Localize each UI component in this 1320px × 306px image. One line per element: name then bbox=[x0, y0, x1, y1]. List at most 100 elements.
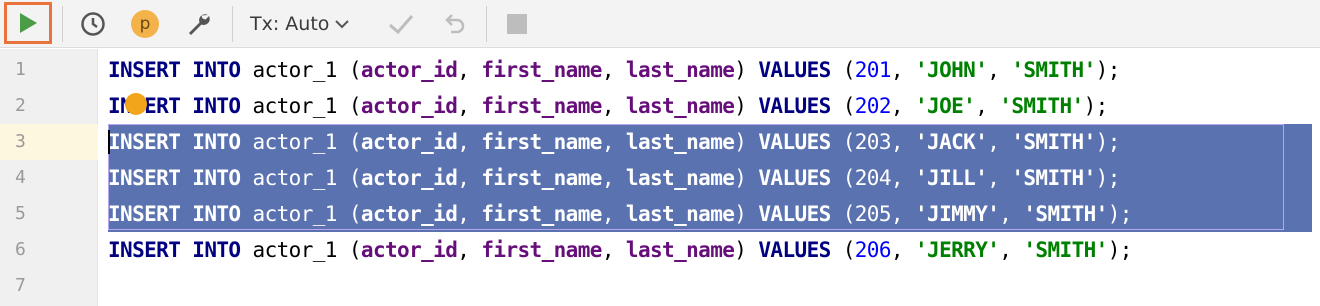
line-number: 3 bbox=[15, 131, 26, 152]
sql-token: 'JACK' bbox=[914, 130, 988, 154]
selection-highlight bbox=[1282, 196, 1300, 232]
sql-token: VALUES bbox=[758, 238, 831, 262]
sql-token: INSERT INTO bbox=[108, 130, 241, 154]
profile-label: p bbox=[139, 14, 151, 34]
sql-token: first_name bbox=[481, 166, 602, 190]
sql-token: first_name bbox=[481, 94, 602, 118]
sql-token: 'SMITH' bbox=[1011, 58, 1096, 82]
sql-token: first_name bbox=[481, 130, 602, 154]
sql-token: ( bbox=[830, 94, 856, 118]
sql-token: last_name bbox=[625, 238, 735, 262]
sql-token: , bbox=[975, 94, 1000, 118]
sql-token: actor_id bbox=[360, 202, 458, 226]
profile-button[interactable]: p bbox=[131, 10, 159, 38]
rollback-button[interactable] bbox=[438, 10, 468, 38]
sql-token: actor_id bbox=[360, 58, 458, 82]
sql-token: last_name bbox=[625, 94, 735, 118]
sql-token: ); bbox=[1107, 202, 1133, 226]
sql-token: first_name bbox=[481, 58, 602, 82]
commit-button[interactable] bbox=[386, 10, 416, 38]
sql-token: , bbox=[890, 58, 915, 82]
sql-token: ) bbox=[734, 202, 759, 226]
toolbar: p Tx: Auto bbox=[0, 0, 1320, 48]
sql-token: , bbox=[890, 94, 915, 118]
code-line[interactable]: INSERT INTO actor_1 (actor_id, first_nam… bbox=[108, 232, 1132, 268]
sql-token: actor_1 ( bbox=[240, 58, 362, 82]
line-number: 4 bbox=[15, 167, 26, 188]
sql-token: VALUES bbox=[758, 202, 831, 226]
sql-token: ( bbox=[830, 130, 856, 154]
sql-token: 201 bbox=[854, 58, 892, 82]
sql-token: ); bbox=[1095, 166, 1121, 190]
history-button[interactable] bbox=[78, 9, 108, 39]
sql-token: , bbox=[601, 202, 626, 226]
sql-token: , bbox=[601, 94, 626, 118]
sql-token: first_name bbox=[481, 202, 602, 226]
wrench-icon bbox=[189, 14, 210, 35]
sql-token: 202 bbox=[854, 94, 892, 118]
stop-square-icon bbox=[507, 14, 527, 34]
code-line[interactable]: INSERT INTO actor_1 (actor_id, first_nam… bbox=[108, 124, 1120, 160]
code-line[interactable]: INSERT INTO actor_1 (actor_id, first_nam… bbox=[108, 160, 1120, 196]
transaction-mode-label: Tx: Auto bbox=[250, 13, 330, 35]
sql-token: actor_1 ( bbox=[240, 130, 362, 154]
line-number: 1 bbox=[15, 59, 26, 80]
sql-token: ); bbox=[1083, 94, 1109, 118]
sql-token: actor_1 ( bbox=[240, 166, 362, 190]
transaction-mode-dropdown[interactable]: Tx: Auto bbox=[250, 12, 350, 36]
sql-token: 'JILL' bbox=[914, 166, 988, 190]
sql-token: 'JOE' bbox=[914, 94, 976, 118]
sql-token: first_name bbox=[481, 238, 602, 262]
stop-button[interactable] bbox=[505, 12, 529, 36]
text-cursor bbox=[108, 130, 110, 154]
sql-token: , bbox=[457, 58, 482, 82]
sql-token: VALUES bbox=[758, 58, 831, 82]
sql-token: VALUES bbox=[758, 130, 831, 154]
sql-token: , bbox=[601, 166, 626, 190]
line-number: 2 bbox=[15, 95, 26, 116]
sql-token: , bbox=[890, 238, 915, 262]
sql-token: ( bbox=[830, 202, 856, 226]
toolbar-separator bbox=[232, 6, 233, 42]
sql-token: 'SMITH' bbox=[999, 94, 1084, 118]
sql-token: , bbox=[457, 202, 482, 226]
sql-token: ) bbox=[734, 58, 759, 82]
run-play-icon bbox=[20, 13, 37, 33]
toolbar-separator bbox=[486, 6, 487, 42]
sql-token: , bbox=[987, 58, 1012, 82]
intention-bulb-icon[interactable] bbox=[125, 93, 147, 115]
sql-token: ) bbox=[734, 238, 759, 262]
clock-history-icon bbox=[81, 12, 105, 36]
code-line[interactable]: INSERT INTO actor_1 (actor_id, first_nam… bbox=[108, 52, 1120, 88]
sql-token: , bbox=[601, 58, 626, 82]
chevron-down-icon bbox=[335, 20, 350, 29]
line-number: 6 bbox=[15, 239, 26, 260]
sql-token: , bbox=[457, 130, 482, 154]
sql-token: 204 bbox=[854, 166, 892, 190]
sql-token: 205 bbox=[854, 202, 892, 226]
sql-token: actor_1 ( bbox=[240, 238, 362, 262]
undo-icon bbox=[445, 14, 465, 34]
code-line[interactable]: INSERT INTO actor_1 (actor_id, first_nam… bbox=[108, 88, 1108, 124]
sql-token: actor_1 ( bbox=[240, 94, 362, 118]
sql-token: INSERT INTO bbox=[108, 58, 241, 82]
sql-token: , bbox=[999, 238, 1024, 262]
sql-token: ); bbox=[1095, 130, 1121, 154]
sql-token: INSERT INTO bbox=[108, 202, 241, 226]
settings-button[interactable] bbox=[184, 9, 214, 39]
sql-token: 'SMITH' bbox=[1023, 238, 1108, 262]
checkmark-icon bbox=[389, 15, 414, 35]
sql-token: last_name bbox=[625, 202, 735, 226]
run-button[interactable] bbox=[4, 2, 52, 44]
sql-token: actor_id bbox=[360, 130, 458, 154]
sql-token: last_name bbox=[625, 130, 735, 154]
sql-token: 'JERRY' bbox=[914, 238, 1000, 262]
sql-token: INSERT INTO bbox=[108, 166, 241, 190]
code-line[interactable]: INSERT INTO actor_1 (actor_id, first_nam… bbox=[108, 196, 1132, 232]
sql-token: , bbox=[890, 166, 915, 190]
line-number: 5 bbox=[15, 203, 26, 224]
sql-token: , bbox=[457, 166, 482, 190]
toolbar-separator bbox=[62, 6, 63, 42]
sql-token: actor_id bbox=[360, 166, 458, 190]
sql-token: , bbox=[457, 94, 482, 118]
